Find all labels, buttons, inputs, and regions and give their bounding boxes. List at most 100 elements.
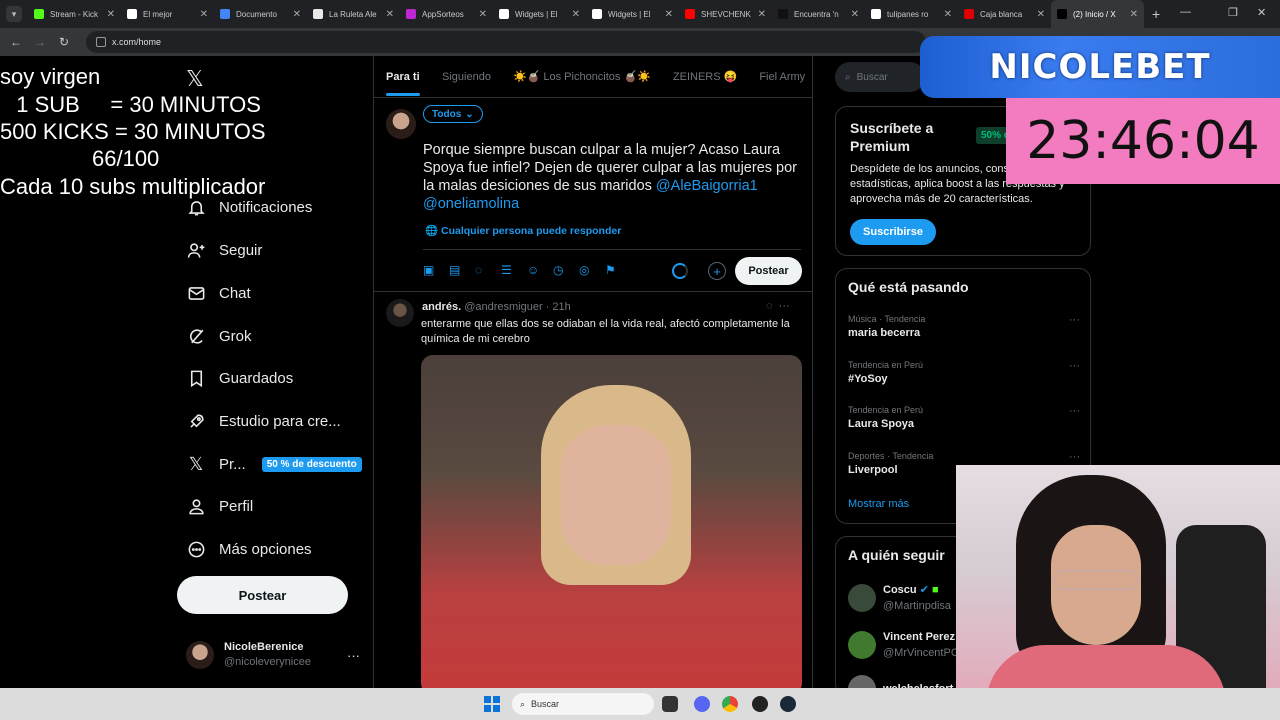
browser-tab[interactable]: Documento ✕ — [214, 0, 307, 28]
browser-tab[interactable]: tulipanes ro ✕ — [865, 0, 958, 28]
grok-icon[interactable]: ◌ — [475, 263, 501, 277]
trend-item[interactable]: Música · Tendencia maria becerra ··· — [848, 314, 1080, 339]
close-tab-icon[interactable]: ✕ — [200, 9, 208, 20]
reply-setting[interactable]: 🌐 Cualquier persona puede responder — [425, 224, 621, 237]
discord-icon[interactable] — [694, 696, 710, 712]
emoji-icon[interactable]: ☺ — [527, 263, 553, 277]
close-tab-icon[interactable]: ✕ — [758, 9, 766, 20]
close-tab-icon[interactable]: ✕ — [386, 9, 394, 20]
show-more-link[interactable]: Mostrar más — [848, 498, 909, 510]
minimize-icon[interactable]: — — [1180, 6, 1191, 18]
close-window-icon[interactable]: ✕ — [1257, 6, 1266, 19]
tab-favicon — [1057, 9, 1067, 19]
tab-list-fiel-army[interactable]: Fiel Army — [759, 71, 805, 83]
tab-list-zeiners[interactable]: ZEINERS 😝 — [673, 70, 737, 83]
mention[interactable]: @AleBaigorria1 — [656, 178, 758, 194]
nav-creator-studio[interactable]: Estudio para cre... — [186, 411, 341, 431]
nav-follow[interactable]: Seguir — [186, 240, 262, 260]
steam-icon[interactable] — [780, 696, 796, 712]
browser-tab[interactable]: Widgets | El ✕ — [586, 0, 679, 28]
tab-favicon — [499, 9, 509, 19]
follow-suggestion[interactable]: Vincent Perez @MrVincentPC — [848, 629, 959, 661]
browser-tab[interactable]: Caja blanca ✕ — [958, 0, 1051, 28]
image-icon[interactable]: ▣ — [423, 263, 449, 277]
close-tab-icon[interactable]: ✕ — [572, 9, 580, 20]
close-tab-icon[interactable]: ✕ — [851, 9, 859, 20]
browser-tab[interactable]: La Ruleta Ale ✕ — [307, 0, 400, 28]
browser-tab[interactable]: SHEVCHENK ✕ — [679, 0, 772, 28]
more-dots-icon[interactable]: ··· — [779, 300, 790, 312]
tab-list-pichoncitos[interactable]: ☀️🧉 Los Pichoncitos 🧉☀️ — [513, 70, 651, 83]
poll-icon[interactable]: ☰ — [501, 263, 527, 277]
flag-icon[interactable]: ⚑ — [605, 263, 631, 277]
browser-tab[interactable]: Widgets | El ✕ — [493, 0, 586, 28]
new-tab-icon[interactable]: + — [1152, 6, 1160, 22]
nav-grok[interactable]: Grok — [186, 326, 252, 346]
grok-icon[interactable]: ◌ — [766, 300, 773, 312]
x-logo-icon[interactable]: 𝕏 — [186, 66, 204, 92]
tab-favicon — [34, 9, 44, 19]
subscribe-button[interactable]: Suscribirse — [850, 219, 936, 245]
close-tab-icon[interactable]: ✕ — [107, 9, 115, 20]
browser-tab-active[interactable]: (2) Inicio / X ✕ — [1051, 0, 1144, 28]
close-tab-icon[interactable]: ✕ — [944, 9, 952, 20]
back-icon[interactable]: ← — [4, 35, 28, 49]
task-view-icon[interactable] — [662, 696, 678, 712]
follow-icon — [186, 240, 206, 260]
restore-icon[interactable]: ❐ — [1228, 6, 1238, 19]
tab-for-you[interactable]: Para ti — [386, 71, 420, 83]
browser-tab[interactable]: Stream - Kick ✕ — [28, 0, 121, 28]
audience-selector[interactable]: Todos ⌄ — [423, 105, 483, 123]
more-dots-icon[interactable]: ··· — [1069, 451, 1080, 463]
close-tab-icon[interactable]: ✕ — [665, 9, 673, 20]
trend-item[interactable]: Tendencia en Perú #YoSoy ··· — [848, 360, 1080, 385]
close-tab-icon[interactable]: ✕ — [1037, 9, 1045, 20]
tweet-author[interactable]: andrés. — [422, 301, 461, 313]
nav-profile[interactable]: Perfil — [186, 496, 253, 516]
tweet-image[interactable] — [421, 355, 802, 688]
tweet-avatar[interactable] — [386, 299, 414, 327]
nav-bookmarks[interactable]: Guardados — [186, 368, 293, 388]
nav-more-options[interactable]: Más opciones — [186, 539, 312, 559]
mail-icon — [186, 283, 206, 303]
tab-list-button[interactable]: ▾ — [6, 6, 22, 22]
schedule-icon[interactable]: ◷ — [553, 263, 579, 277]
more-dots-icon[interactable]: ··· — [1069, 314, 1080, 326]
nav-notifications[interactable]: Notificaciones — [186, 197, 312, 217]
browser-tab[interactable]: AppSorteos ✕ — [400, 0, 493, 28]
post-button[interactable]: Postear — [177, 576, 348, 614]
compose-textarea[interactable]: Porque siempre buscan culpar a la mujer?… — [423, 141, 803, 213]
mention[interactable]: @oneliamolina — [423, 196, 519, 212]
close-tab-icon[interactable]: ✕ — [293, 9, 301, 20]
account-switcher[interactable]: NicoleBerenice @nicoleverynicee ··· — [186, 640, 360, 670]
site-info-icon[interactable] — [96, 37, 106, 47]
browser-tab[interactable]: El mejor ✕ — [121, 0, 214, 28]
location-icon[interactable]: ◎ — [579, 263, 605, 277]
more-dots-icon[interactable]: ··· — [1069, 405, 1080, 417]
tab-following[interactable]: Siguiendo — [442, 71, 491, 83]
timeline-tabs: Para ti Siguiendo ☀️🧉 Los Pichoncitos 🧉☀… — [374, 56, 812, 98]
chrome-icon[interactable] — [722, 696, 738, 712]
forward-icon[interactable]: → — [28, 35, 52, 49]
more-dots-icon[interactable]: ··· — [1069, 360, 1080, 372]
taskbar-search[interactable]: ⌕ Buscar — [512, 693, 654, 715]
browser-tab[interactable]: Encuentra 'n ✕ — [772, 0, 865, 28]
search-input[interactable]: ⌕ Buscar — [835, 62, 925, 92]
follow-suggestion[interactable]: Coscu ✔ ■ @Martinpdisa — [848, 582, 951, 614]
add-thread-icon[interactable]: + — [708, 262, 726, 280]
nav-chat[interactable]: Chat — [186, 283, 251, 303]
windows-start-icon[interactable] — [484, 696, 500, 712]
who-to-follow-title: A quién seguir — [848, 547, 945, 563]
more-dots-icon[interactable]: ··· — [347, 648, 360, 663]
obs-icon[interactable] — [752, 696, 768, 712]
compose-post-button[interactable]: Postear — [735, 257, 802, 285]
url-field[interactable]: x.com/home — [86, 31, 926, 53]
trend-item[interactable]: Tendencia en Perú Laura Spoya ··· — [848, 405, 1080, 430]
gif-icon[interactable]: ▤ — [449, 263, 475, 277]
tweet-more[interactable]: ◌ ··· — [766, 300, 790, 312]
close-tab-icon[interactable]: ✕ — [479, 9, 487, 20]
reload-icon[interactable]: ↻ — [52, 35, 76, 49]
nav-premium[interactable]: 𝕏 Pr... 50 % de descuento — [186, 454, 362, 474]
profile-name: NicoleBerenice — [224, 641, 304, 653]
close-tab-icon[interactable]: ✕ — [1130, 9, 1138, 20]
